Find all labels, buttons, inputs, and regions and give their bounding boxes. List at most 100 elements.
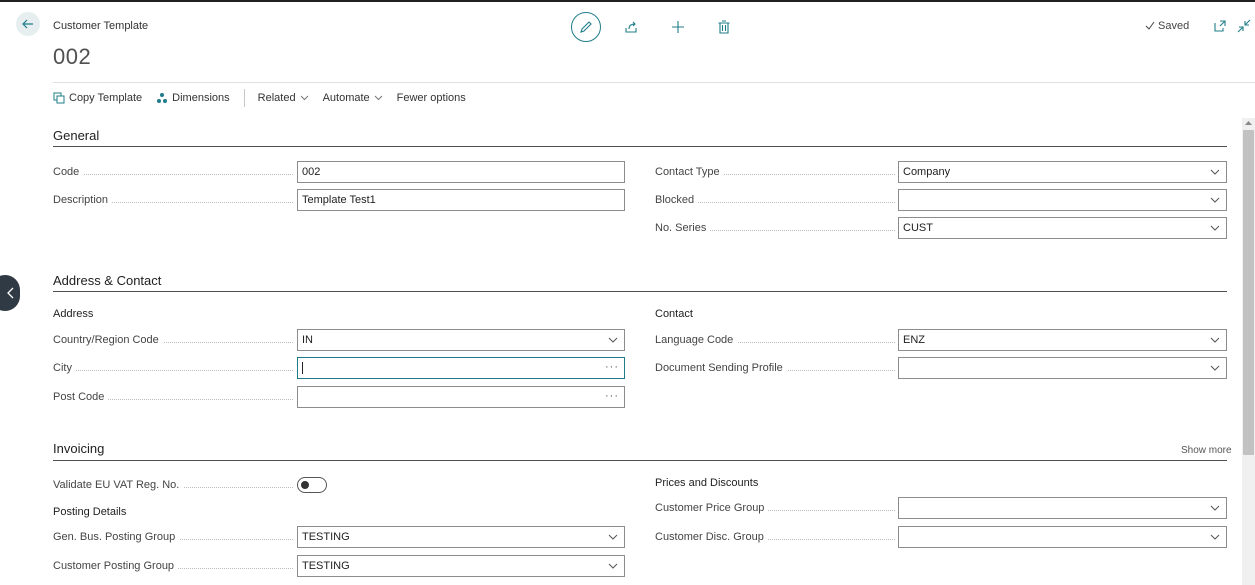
blocked-field-row: Blocked	[655, 189, 899, 211]
disc-group-field-row: Customer Disc. Group	[655, 526, 899, 548]
code-input[interactable]: 002	[297, 161, 625, 183]
chevron-down-icon	[1210, 534, 1220, 540]
copy-template-action[interactable]: Copy Template	[53, 92, 142, 104]
city-label: City	[53, 362, 297, 374]
cust-posting-value: TESTING	[302, 560, 350, 572]
description-input[interactable]: Template Test1	[297, 189, 625, 211]
address-contact-section-divider	[53, 291, 1227, 292]
gen-bus-field-row: Gen. Bus. Posting Group	[53, 526, 297, 548]
share-icon	[625, 21, 637, 33]
plus-icon	[672, 21, 684, 33]
chevron-down-icon	[608, 534, 618, 540]
gen-bus-label: Gen. Bus. Posting Group	[53, 531, 297, 543]
collapse-icon	[1237, 19, 1251, 33]
copy-template-label: Copy Template	[69, 92, 143, 104]
gen-bus-select[interactable]: TESTING	[297, 526, 625, 548]
country-select[interactable]: IN	[297, 329, 625, 351]
delete-button[interactable]	[714, 17, 734, 37]
chevron-down-icon	[608, 337, 618, 343]
toggle-knob	[301, 481, 309, 489]
related-menu[interactable]: Related	[258, 92, 309, 104]
invoicing-section-title[interactable]: Invoicing	[53, 441, 104, 456]
validate-vat-toggle[interactable]	[297, 477, 327, 493]
automate-menu[interactable]: Automate	[323, 92, 383, 104]
contact-type-value: Company	[903, 166, 951, 178]
collapse-button[interactable]	[1237, 19, 1251, 33]
action-divider	[243, 89, 245, 107]
price-group-label: Customer Price Group	[655, 502, 899, 514]
scroll-up-button[interactable]	[1243, 116, 1254, 128]
open-new-window-button[interactable]	[1213, 19, 1227, 33]
post-code-input[interactable]: ···	[297, 386, 625, 408]
checkmark-icon	[1145, 21, 1155, 30]
doc-sending-select[interactable]	[898, 357, 1227, 379]
contact-type-select[interactable]: Company	[898, 161, 1227, 183]
cust-posting-field-row: Customer Posting Group	[53, 555, 297, 577]
description-field-row: Description	[53, 189, 297, 211]
contact-type-field-row: Contact Type	[655, 161, 899, 183]
scrollbar-thumb[interactable]	[1243, 130, 1254, 455]
saved-label: Saved	[1158, 20, 1190, 32]
country-value: IN	[302, 334, 313, 346]
address-group-title: Address	[53, 308, 94, 320]
no-series-field-row: No. Series	[655, 217, 899, 239]
ellipsis-icon[interactable]: ···	[605, 361, 619, 373]
fewer-options-label: Fewer options	[396, 92, 466, 104]
code-label: Code	[53, 166, 297, 178]
dimensions-label: Dimensions	[172, 92, 230, 104]
new-button[interactable]	[668, 17, 688, 37]
description-label: Description	[53, 194, 297, 206]
price-group-field-row: Customer Price Group	[655, 497, 899, 519]
blocked-select[interactable]	[898, 189, 1227, 211]
chevron-down-icon	[1210, 225, 1220, 231]
cust-posting-select[interactable]: TESTING	[297, 555, 625, 577]
copy-icon	[53, 92, 65, 104]
prices-discounts-title: Prices and Discounts	[655, 477, 759, 489]
code-field-row: Code	[53, 161, 297, 183]
chevron-down-icon	[1210, 365, 1220, 371]
language-field-row: Language Code	[655, 329, 899, 351]
caret-up-icon	[1245, 120, 1252, 125]
cust-posting-label: Customer Posting Group	[53, 560, 297, 572]
disc-group-label: Customer Disc. Group	[655, 531, 899, 543]
gen-bus-value: TESTING	[302, 531, 350, 543]
ellipsis-icon[interactable]: ···	[605, 390, 619, 402]
chevron-left-icon	[7, 287, 14, 299]
validate-vat-field-row: Validate EU VAT Reg. No.	[53, 474, 297, 496]
validate-vat-label: Validate EU VAT Reg. No.	[53, 479, 297, 491]
disc-group-select[interactable]	[898, 526, 1227, 548]
share-button[interactable]	[621, 17, 641, 37]
language-label: Language Code	[655, 334, 899, 346]
invoicing-section-divider	[53, 460, 1227, 461]
side-panel-toggle[interactable]	[0, 275, 20, 311]
fewer-options-button[interactable]: Fewer options	[397, 92, 466, 104]
chevron-down-icon	[374, 95, 383, 101]
address-contact-section-title[interactable]: Address & Contact	[53, 273, 161, 288]
chevron-down-icon	[608, 563, 618, 569]
city-field-row: City	[53, 357, 297, 379]
chevron-down-icon	[1210, 337, 1220, 343]
edit-button[interactable]	[571, 12, 601, 42]
blocked-label: Blocked	[655, 194, 899, 206]
no-series-value: CUST	[903, 222, 933, 234]
back-button[interactable]	[16, 12, 40, 36]
window-top-border	[0, 0, 1255, 2]
general-section-divider	[53, 146, 1227, 147]
contact-type-label: Contact Type	[655, 166, 899, 178]
chevron-down-icon	[1210, 197, 1220, 203]
general-section-title[interactable]: General	[53, 128, 99, 143]
country-field-row: Country/Region Code	[53, 329, 297, 351]
post-code-label: Post Code	[53, 391, 297, 403]
posting-details-title: Posting Details	[53, 506, 127, 518]
language-select[interactable]: ENZ	[898, 329, 1227, 351]
dimensions-action[interactable]: Dimensions	[156, 92, 230, 104]
open-new-window-icon	[1214, 20, 1226, 32]
price-group-select[interactable]	[898, 497, 1227, 519]
dimensions-icon	[157, 93, 168, 103]
city-input[interactable]: ···	[297, 357, 625, 379]
show-more-link[interactable]: Show more	[1181, 445, 1232, 456]
no-series-select[interactable]: CUST	[898, 217, 1227, 239]
trash-icon	[718, 20, 730, 34]
header-divider	[53, 82, 1255, 83]
contact-group-title: Contact	[655, 308, 693, 320]
